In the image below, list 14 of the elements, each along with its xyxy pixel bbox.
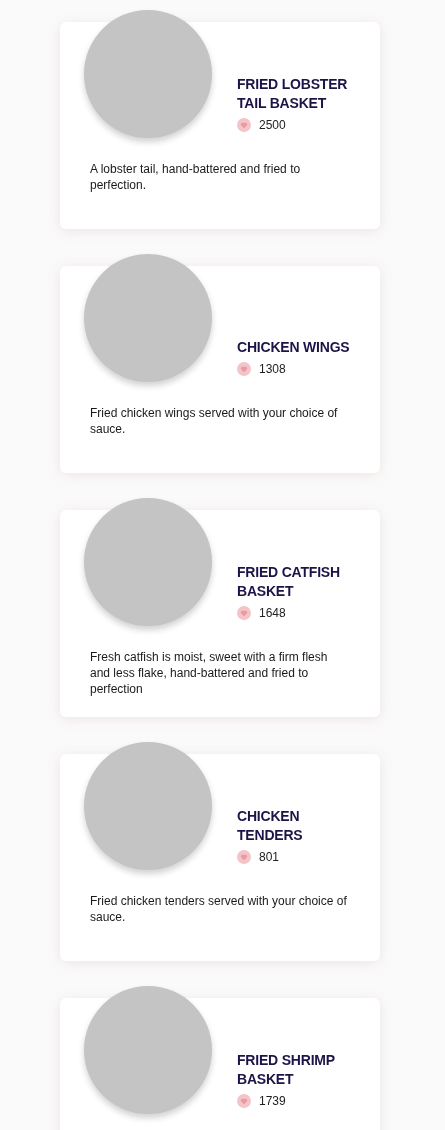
item-title: FRIED SHRIMP BASKET [237, 1051, 336, 1089]
item-description: Fried chicken tenders served with your choice of sauce. [90, 893, 348, 925]
like-count: 801 [259, 850, 280, 864]
item-title: CHICKEN WINGS [237, 338, 350, 357]
item-title: FRIED LOBSTER TAIL BASKET [237, 75, 349, 113]
item-description: Fried chicken wings served with your choice of sauce. [90, 405, 339, 437]
item-description: A lobster tail, hand-battered and fried to perfection. [90, 161, 302, 193]
item-description: Fresh catfish is moist, sweet with a firm flesh and less flake, hand-battered and fried to perfection [90, 649, 329, 697]
item-title: CHICKEN TENDERS [237, 807, 304, 845]
like-count: 1648 [259, 606, 286, 620]
item-title: FRIED CATFISH BASKET [237, 563, 341, 601]
like-count: 1739 [259, 1094, 286, 1108]
like-count: 1308 [259, 362, 286, 376]
like-count: 2500 [259, 118, 286, 132]
